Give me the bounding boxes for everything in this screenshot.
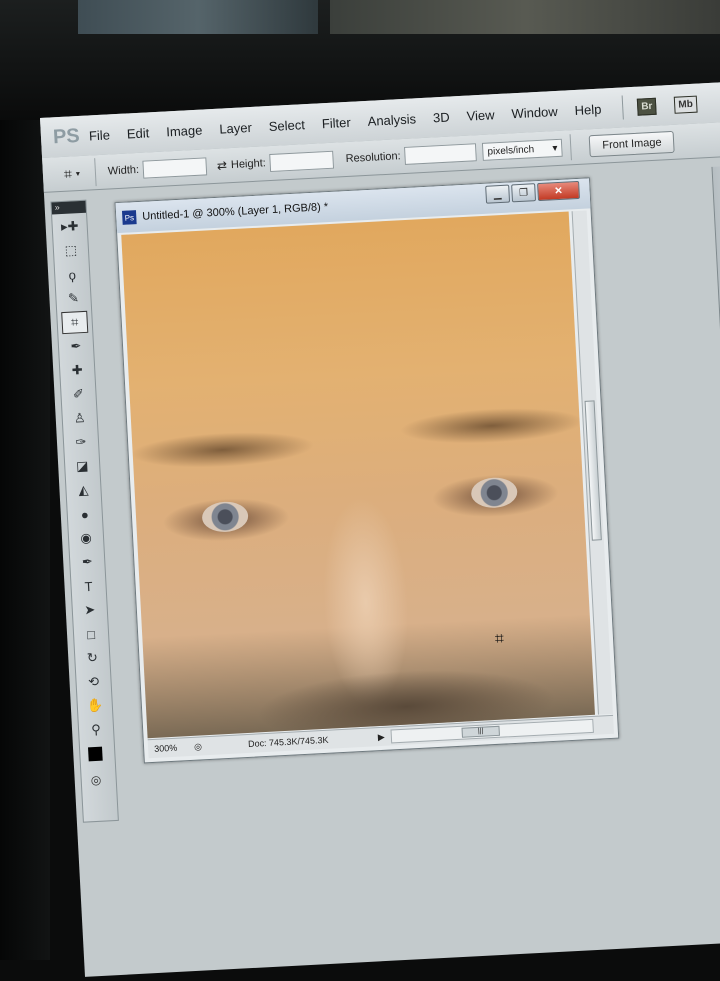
document-size: Doc: 745.3K/745.3K [247,734,329,749]
zoom-tool-icon[interactable]: ⚲ [83,718,110,741]
resolution-label: Resolution: [345,150,401,166]
menu-window[interactable]: Window [511,103,558,120]
status-menu-arrow-icon[interactable]: ▶ [378,731,385,742]
status-info-icon[interactable]: ◎ [194,741,209,753]
restore-button[interactable]: ❐ [511,183,537,203]
document-window: Ps Untitled-1 @ 300% (Layer 1, RGB/8) * … [114,177,620,764]
menu-edit[interactable]: Edit [126,125,149,141]
menu-image[interactable]: Image [166,122,203,139]
clone-stamp-tool-icon[interactable]: ♙ [66,407,93,430]
right-panel-dock [711,164,720,946]
dodge-tool-icon[interactable]: ◉ [72,527,99,550]
crop-tool-icon[interactable]: ⌗ [61,310,89,335]
options-separator [569,134,573,161]
vertical-scroll-thumb[interactable] [584,400,602,541]
image-canvas[interactable]: ⌗ [121,211,595,739]
menu-filter[interactable]: Filter [321,114,351,130]
photoshop-document-icon: Ps [121,210,137,225]
quick-selection-tool-icon[interactable]: ✎ [60,287,87,310]
resolution-field[interactable] [404,143,478,165]
mini-bridge-button[interactable]: Mb [673,95,698,114]
quick-mask-icon[interactable]: ◎ [90,772,116,788]
right-eye [470,476,518,509]
photoshop-logo: PS [52,124,81,148]
move-tool-icon[interactable]: ▸✚ [56,215,83,238]
bridge-button[interactable]: Br [636,97,657,116]
menu-analysis[interactable]: Analysis [367,111,416,129]
menu-select[interactable]: Select [268,117,305,134]
height-field[interactable] [269,150,335,173]
width-field[interactable] [142,157,208,179]
brush-tool-icon[interactable]: ✐ [65,383,92,406]
menu-file[interactable]: File [89,127,111,143]
zoom-level-field[interactable]: 300% [148,742,194,754]
close-button[interactable]: ✕ [537,180,580,202]
menu-3d[interactable]: 3D [433,109,450,125]
3d-orbit-tool-icon[interactable]: ⟲ [80,670,107,693]
horizontal-scroll-thumb[interactable]: ||| [461,725,500,738]
tool-preset-picker[interactable]: ⌗ ▾ [48,158,97,189]
photoshop-window: PS File Edit Image Layer Select Filter A… [40,81,720,977]
paint-bucket-tool-icon[interactable]: ◭ [70,479,97,502]
background-wall-right [330,0,720,34]
crop-cursor-icon: ⌗ [494,630,505,648]
eyedropper-tool-icon[interactable]: ✒ [62,335,89,358]
healing-brush-tool-icon[interactable]: ✚ [64,359,91,382]
window-controls: ▁ ❐ ✕ [483,180,580,204]
chevron-down-icon: ▾ [75,168,81,178]
shape-tool-icon[interactable]: □ [78,622,105,645]
marquee-tool-icon[interactable]: ⬚ [57,239,84,262]
background-wall [78,0,318,34]
pen-tool-icon[interactable]: ✒ [74,550,101,573]
tool-list: ▸✚ ⬚ ϙ ✎ ⌗ ✒ ✚ ✐ ♙ ✑ ◪ ◭ ● ◉ ✒ T ➤ □ ↻ ⟲ ✋ ⚲ [52,215,113,742]
left-eye [201,500,249,534]
chevron-down-icon: ▾ [552,142,558,154]
menu-help[interactable]: Help [574,101,601,117]
type-tool-icon[interactable]: T [75,574,102,597]
3d-rotate-tool-icon[interactable]: ↻ [79,646,106,669]
document-title: Untitled-1 @ 300% (Layer 1, RGB/8) * [141,201,329,223]
resolution-units-select[interactable]: pixels/inch ▾ [482,138,563,161]
lasso-tool-icon[interactable]: ϙ [59,263,86,286]
menu-layer[interactable]: Layer [219,119,252,136]
swap-dimensions-icon[interactable]: ⇄ [217,158,228,173]
tools-panel: » ▸✚ ⬚ ϙ ✎ ⌗ ✒ ✚ ✐ ♙ ✑ ◪ ◭ ● ◉ ✒ T ➤ □ ↻ ⟲ ✋ ⚲ ◎ [50,199,119,823]
width-label: Width: [107,163,140,178]
foreground-color-swatch[interactable] [88,746,103,762]
menu-separator [621,95,624,120]
path-selection-tool-icon[interactable]: ➤ [76,598,103,621]
menu-view[interactable]: View [466,107,495,123]
height-label: Height: [230,157,267,172]
hand-tool-icon[interactable]: ✋ [81,694,108,717]
resolution-units-value: pixels/inch [487,143,535,158]
monitor-bezel-left [0,120,50,960]
collapse-toolbox-icon[interactable]: » [51,200,87,215]
history-brush-tool-icon[interactable]: ✑ [67,431,94,454]
minimize-button[interactable]: ▁ [485,184,511,204]
blur-tool-icon[interactable]: ● [71,503,98,526]
eraser-tool-icon[interactable]: ◪ [69,455,96,478]
front-image-button[interactable]: Front Image [588,130,676,158]
crop-tool-icon: ⌗ [63,164,73,182]
